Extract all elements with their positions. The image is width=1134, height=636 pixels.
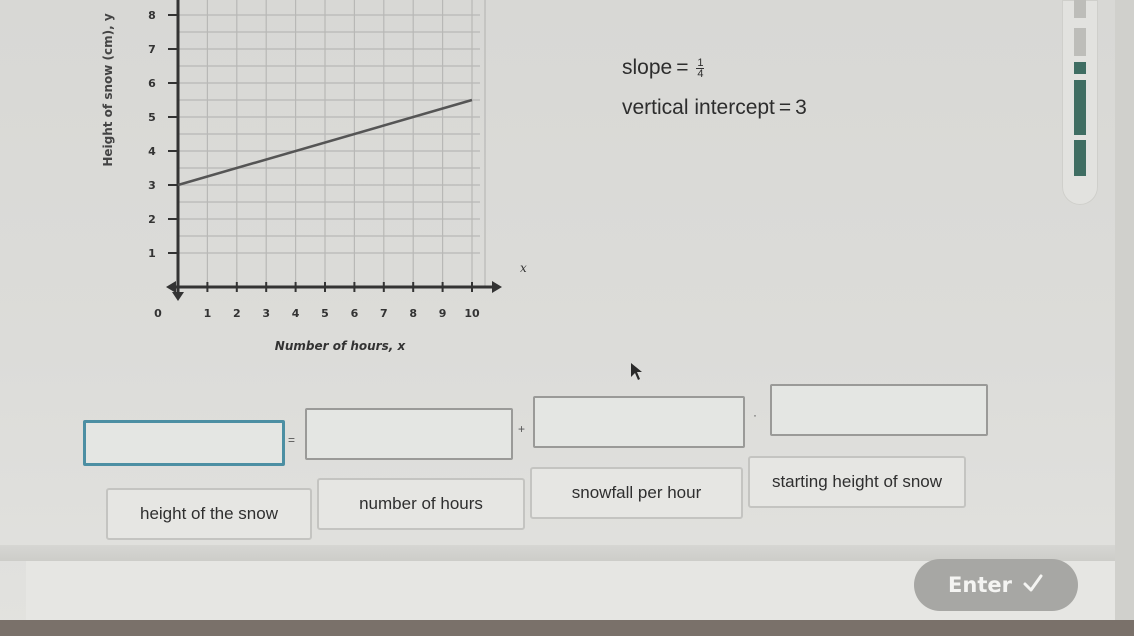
x-tick-label: 7 xyxy=(380,307,388,320)
x-tick-label: 8 xyxy=(409,307,417,320)
y-tick-label: 5 xyxy=(148,111,156,124)
slope-row: slope = 1 4 xyxy=(622,48,807,88)
equals-operator: = xyxy=(288,433,296,447)
slope-fraction: 1 4 xyxy=(696,56,705,80)
tile-number-of-hours[interactable]: number of hours xyxy=(317,478,525,530)
progress-segment xyxy=(1074,62,1086,74)
intercept-value: 3 xyxy=(795,96,807,119)
equals-sign: = xyxy=(676,56,689,79)
y-tick-label: 4 xyxy=(148,145,156,158)
y-tick-label: 6 xyxy=(148,77,156,90)
equals-sign: = xyxy=(778,96,792,119)
y-tick-label: 1 xyxy=(148,247,156,260)
x-tick-label: 4 xyxy=(292,307,300,320)
enter-label: Enter xyxy=(948,573,1012,597)
x-tick-label: 10 xyxy=(464,307,480,320)
screen-bottom-edge xyxy=(0,620,1134,636)
given-info: slope = 1 4 vertical intercept = 3 xyxy=(622,48,807,128)
equation-slot-3[interactable] xyxy=(533,396,745,448)
y-tick-label: 7 xyxy=(148,43,156,56)
progress-segment xyxy=(1074,140,1086,176)
intercept-row: vertical intercept = 3 xyxy=(622,88,807,128)
x-tick-label: 9 xyxy=(439,307,447,320)
intercept-label: vertical intercept xyxy=(622,96,775,119)
equation-slot-4[interactable] xyxy=(770,384,988,436)
y-tick-label: 2 xyxy=(148,213,156,226)
line-graph: 0 1 2 3 4 5 6 7 8 9 10 1 2 3 4 5 6 7 8 Number of hours, x x H… xyxy=(101,0,527,353)
x-tick-label: 5 xyxy=(321,307,329,320)
slope-label: slope xyxy=(622,56,673,79)
right-edge xyxy=(1115,0,1134,636)
x-tick-label: 0 xyxy=(154,307,162,320)
progress-segment xyxy=(1074,0,1086,18)
y-axis-arrow-down xyxy=(172,292,184,301)
x-tick-label: 3 xyxy=(262,307,270,320)
progress-segment xyxy=(1074,80,1086,135)
tile-starting-height[interactable]: starting height of snow xyxy=(748,456,966,508)
y-axis-label: Height of snow (cm), y xyxy=(101,13,115,167)
multiply-operator: · xyxy=(753,408,757,422)
x-axis-variable: x xyxy=(520,261,527,275)
tile-height-of-snow[interactable]: height of the snow xyxy=(106,488,312,540)
plus-operator: + xyxy=(518,422,526,436)
slope-numerator: 1 xyxy=(697,56,704,69)
x-axis-arrow-left xyxy=(166,281,176,293)
equation-slot-1[interactable] xyxy=(83,420,285,466)
checkmark-icon xyxy=(1022,573,1044,598)
tile-snowfall-per-hour[interactable]: snowfall per hour xyxy=(530,467,743,519)
x-axis-arrow xyxy=(492,281,502,293)
x-tick-label: 6 xyxy=(351,307,359,320)
enter-button[interactable]: Enter xyxy=(914,559,1078,611)
x-tick-label: 1 xyxy=(204,307,212,320)
mouse-cursor-icon xyxy=(631,363,642,380)
slope-denominator: 4 xyxy=(697,67,704,80)
x-axis-label: Number of hours, x xyxy=(275,339,407,353)
y-tick-label: 8 xyxy=(148,9,156,22)
progress-indicator xyxy=(1062,0,1098,205)
x-tick-label: 2 xyxy=(233,307,241,320)
progress-segment xyxy=(1074,28,1086,56)
y-tick-label: 3 xyxy=(148,179,156,192)
equation-slot-2[interactable] xyxy=(305,408,513,460)
